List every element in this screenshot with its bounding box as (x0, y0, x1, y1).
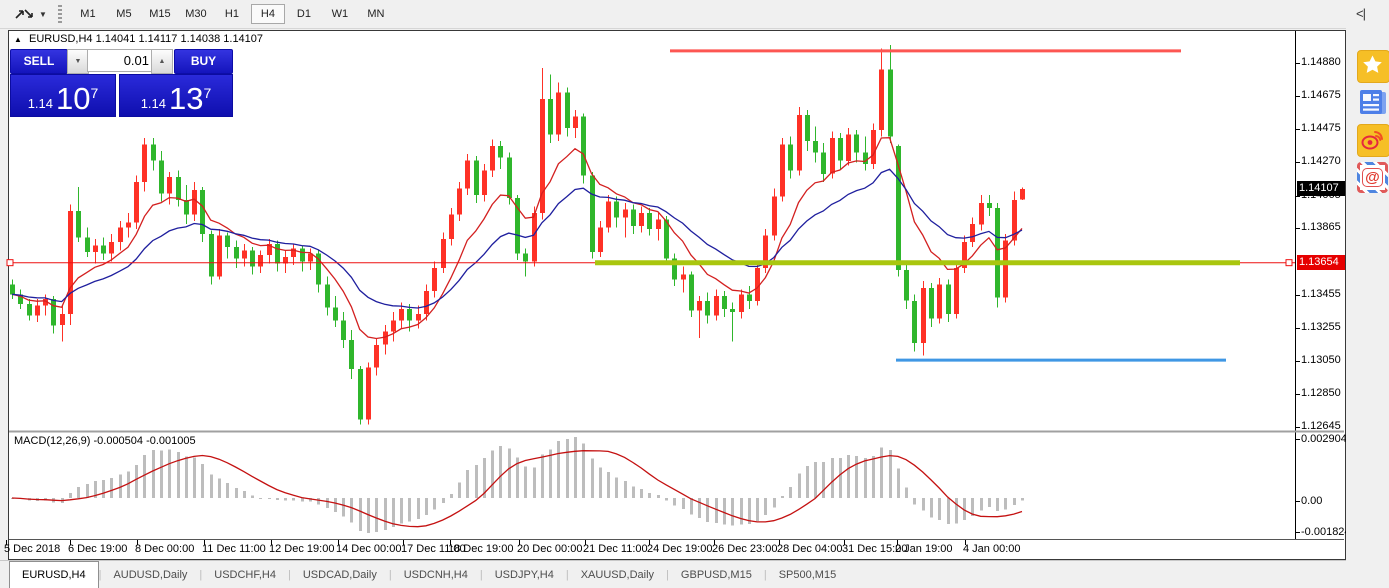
time-axis-label: 20 Dec 00:00 (517, 543, 582, 555)
tab-eurusd-h4[interactable]: EURUSD,H4 (9, 561, 99, 588)
volume-increase-button[interactable]: ▲ (151, 49, 173, 74)
tab-usdcnh-h4[interactable]: USDCNH,H4 (392, 561, 480, 588)
sell-button[interactable]: SELL (10, 49, 68, 74)
line-handle (1286, 260, 1292, 266)
window-menu-icon[interactable]: ▲ (14, 35, 22, 44)
time-axis-label: 18 Dec 19:00 (448, 543, 513, 555)
weibo-icon (1358, 125, 1387, 154)
price-axis-label: 1.12645 (1301, 420, 1341, 433)
price-axis-label: 1.13455 (1301, 288, 1341, 301)
right-sidebar: <| @ (1346, 28, 1389, 587)
time-axis-label: 11 Dec 11:00 (202, 543, 266, 555)
tab-sp500-m15[interactable]: SP500,M15 (767, 561, 848, 588)
macd-axis-label: 0.002904 (1301, 433, 1347, 446)
time-axis-label: 2 Jan 19:00 (895, 543, 953, 555)
news-icon (1357, 87, 1388, 118)
time-axis-label: 12 Dec 19:00 (269, 543, 334, 555)
price-axis-label: 1.13255 (1301, 321, 1341, 334)
tab-xauusd-daily[interactable]: XAUUSD,Daily (569, 561, 666, 588)
price-axis-label: 1.12850 (1301, 387, 1341, 400)
news-button[interactable] (1357, 87, 1388, 118)
time-axis-label: 21 Dec 11:00 (583, 543, 648, 555)
ask-price-big: 13 (169, 85, 203, 113)
price-axis-label: 1.13050 (1301, 354, 1341, 367)
volume-decrease-button[interactable]: ▼ (67, 49, 89, 74)
chart-title: ▲ EURUSD,H4 1.14041 1.14117 1.14038 1.14… (14, 33, 263, 45)
ask-price-sup: 7 (204, 85, 212, 101)
volume-input[interactable] (87, 49, 153, 72)
time-axis-label: 6 Dec 19:00 (68, 543, 127, 555)
time-axis-label: 4 Jan 00:00 (963, 543, 1021, 555)
ask-price-small: 1.14 (141, 96, 166, 111)
current-price-badge: 1.14107 (1297, 181, 1345, 196)
line-handle (7, 260, 13, 266)
tab-usdjpy-h4[interactable]: USDJPY,H4 (483, 561, 566, 588)
bid-quote-button[interactable]: 1.14 10 7 (10, 74, 116, 117)
collapse-panel-button[interactable]: <| (1356, 6, 1365, 21)
mail-button[interactable]: @ (1357, 162, 1388, 193)
tab-usdchf-h4[interactable]: USDCHF,H4 (202, 561, 288, 588)
time-axis-label: 28 Dec 04:00 (777, 543, 842, 555)
hline-price-badge: 1.13654 (1297, 255, 1345, 270)
time-axis-label: 14 Dec 00:00 (336, 543, 401, 555)
price-axis-label: 1.14475 (1301, 122, 1341, 135)
time-axis-label: 5 Dec 2018 (4, 543, 60, 555)
chart-tab-bar: EURUSD,H4|AUDUSD,Daily|USDCHF,H4|USDCAD,… (0, 560, 1346, 588)
chart-ohlc-label: 1.14041 1.14117 1.14038 1.14107 (96, 33, 263, 45)
time-axis-label: 26 Dec 23:00 (712, 543, 777, 555)
bid-price-big: 10 (56, 85, 90, 113)
price-axis-label: 1.14270 (1301, 155, 1341, 168)
mail-icon: @ (1360, 165, 1385, 190)
macd-indicator-label: MACD(12,26,9) -0.000504 -0.001005 (14, 435, 196, 447)
favorites-star-button[interactable] (1357, 50, 1389, 83)
tab-gbpusd-m15[interactable]: GBPUSD,M15 (669, 561, 764, 588)
macd-axis-label: -0.001824 (1301, 526, 1351, 539)
price-axis-label: 1.13865 (1301, 221, 1341, 234)
tab-usdcad-daily[interactable]: USDCAD,Daily (291, 561, 389, 588)
price-axis-label: 1.14880 (1301, 56, 1341, 69)
weibo-button[interactable] (1357, 124, 1389, 157)
macd-axis-label: 0.00 (1301, 495, 1322, 508)
star-icon (1358, 51, 1387, 80)
ask-quote-button[interactable]: 1.14 13 7 (119, 74, 233, 117)
chart-symbol-label: EURUSD,H4 (29, 33, 93, 45)
bid-price-sup: 7 (91, 85, 99, 101)
buy-button[interactable]: BUY (174, 49, 233, 74)
time-axis-label: 24 Dec 19:00 (647, 543, 712, 555)
macd-histogram (11, 437, 1024, 533)
bid-price-small: 1.14 (28, 96, 53, 111)
tab-audusd-daily[interactable]: AUDUSD,Daily (101, 561, 199, 588)
price-axis-label: 1.14675 (1301, 89, 1341, 102)
time-axis-label: 8 Dec 00:00 (135, 543, 194, 555)
